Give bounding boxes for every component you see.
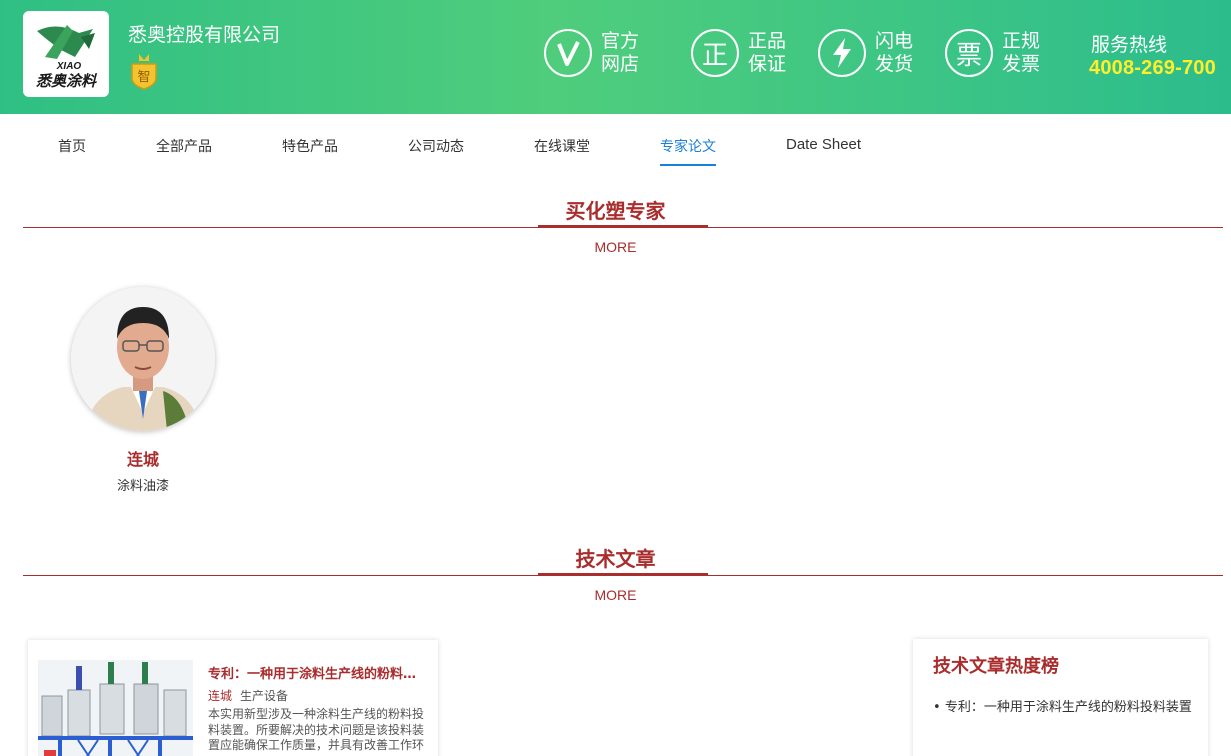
logo-sub-text: XIAO — [56, 61, 82, 72]
company-logo[interactable]: XIAO 悉奥涂料 — [23, 11, 109, 97]
feature-line2: 保证 — [748, 53, 787, 75]
expert-field: 涂料油漆 — [116, 479, 169, 494]
article-meta: 连城 生产设备 — [208, 687, 288, 704]
badge-text: 智 — [137, 70, 150, 85]
feature-line1: 正规 — [1002, 30, 1041, 52]
hot-articles-panel: 技术文章热度榜 • 专利：一种用于涂料生产线的粉料投料装置 — [913, 639, 1208, 756]
articles-section-title: 技术文章 — [575, 547, 656, 571]
feature-fast-delivery[interactable]: 闪电 发货 — [818, 29, 917, 77]
feature-line1: 闪电 — [875, 30, 914, 52]
hotline-number[interactable]: 4008-269-700 — [1089, 57, 1216, 80]
experts-section-title: 买化塑专家 — [565, 199, 666, 223]
hot-list-item[interactable]: • 专利：一种用于涂料生产线的粉料投料装置 — [933, 696, 1195, 715]
feature-line2: 发货 — [875, 53, 914, 75]
nav-item-home[interactable]: 首页 — [58, 136, 86, 156]
nav-item-date-sheet[interactable]: Date Sheet — [786, 136, 861, 153]
section-title-bar — [538, 573, 708, 576]
feature-genuine[interactable]: 正 正品 保证 — [691, 29, 790, 77]
main-nav: 首页 全部产品 特色产品 公司动态 在线课堂 专家论文 Date Sheet — [0, 114, 1231, 174]
lightning-icon — [818, 29, 866, 77]
experts-more-link[interactable]: MORE — [0, 239, 1231, 255]
expert-avatar[interactable] — [71, 287, 215, 431]
feature-line1: 官方 — [601, 30, 640, 52]
hot-list-title: 技术文章热度榜 — [933, 656, 1059, 677]
articles-more-link[interactable]: MORE — [0, 587, 1231, 603]
v-check-icon — [544, 29, 592, 77]
site-header: XIAO 悉奥涂料 悉奥控股有限公司 智 官方 网店 正 正品 保证 闪电 发货 票 … — [0, 0, 1231, 114]
article-thumbnail[interactable] — [38, 660, 193, 756]
feature-line2: 发票 — [1002, 53, 1041, 75]
zheng-icon: 正 — [691, 29, 739, 77]
nav-active-underline — [660, 164, 716, 166]
article-category: 生产设备 — [240, 689, 289, 703]
hot-list-item-text: 专利：一种用于涂料生产线的粉料投料装置 — [944, 700, 1192, 715]
nav-item-online-class[interactable]: 在线课堂 — [534, 136, 590, 156]
feature-official-store[interactable]: 官方 网店 — [544, 29, 643, 77]
feature-invoice[interactable]: 票 正规 发票 — [945, 29, 1044, 77]
hotline-label: 服务热线 — [1091, 34, 1168, 56]
logo-main-text: 悉奥涂料 — [36, 72, 98, 90]
zhi-badge-icon: 智 — [129, 52, 159, 94]
nav-item-company-news[interactable]: 公司动态 — [408, 136, 464, 156]
feature-line1: 正品 — [748, 30, 787, 52]
article-description: 本实用新型涉及一种涂料生产线的粉料投料装置。所要解决的技术问题是该投料装置应能确… — [208, 707, 425, 752]
nav-item-all-products[interactable]: 全部产品 — [156, 136, 212, 156]
feature-line2: 网店 — [601, 53, 640, 75]
article-title[interactable]: 专利：一种用于涂料生产线的粉料投料装置 — [208, 663, 426, 682]
article-author[interactable]: 连城 — [208, 689, 232, 703]
company-name: 悉奥控股有限公司 — [128, 24, 281, 46]
piao-icon: 票 — [945, 29, 993, 77]
nav-item-featured-products[interactable]: 特色产品 — [282, 136, 338, 156]
article-card[interactable]: 专利：一种用于涂料生产线的粉料投料装置 连城生产设备 本实用新型涉及一种涂料生产… — [28, 640, 438, 756]
expert-name[interactable]: 连城 — [71, 446, 215, 470]
section-title-bar — [538, 225, 708, 228]
logo-graphic: XIAO 悉奥涂料 — [36, 25, 98, 90]
nav-item-expert-papers[interactable]: 专家论文 — [660, 136, 716, 156]
